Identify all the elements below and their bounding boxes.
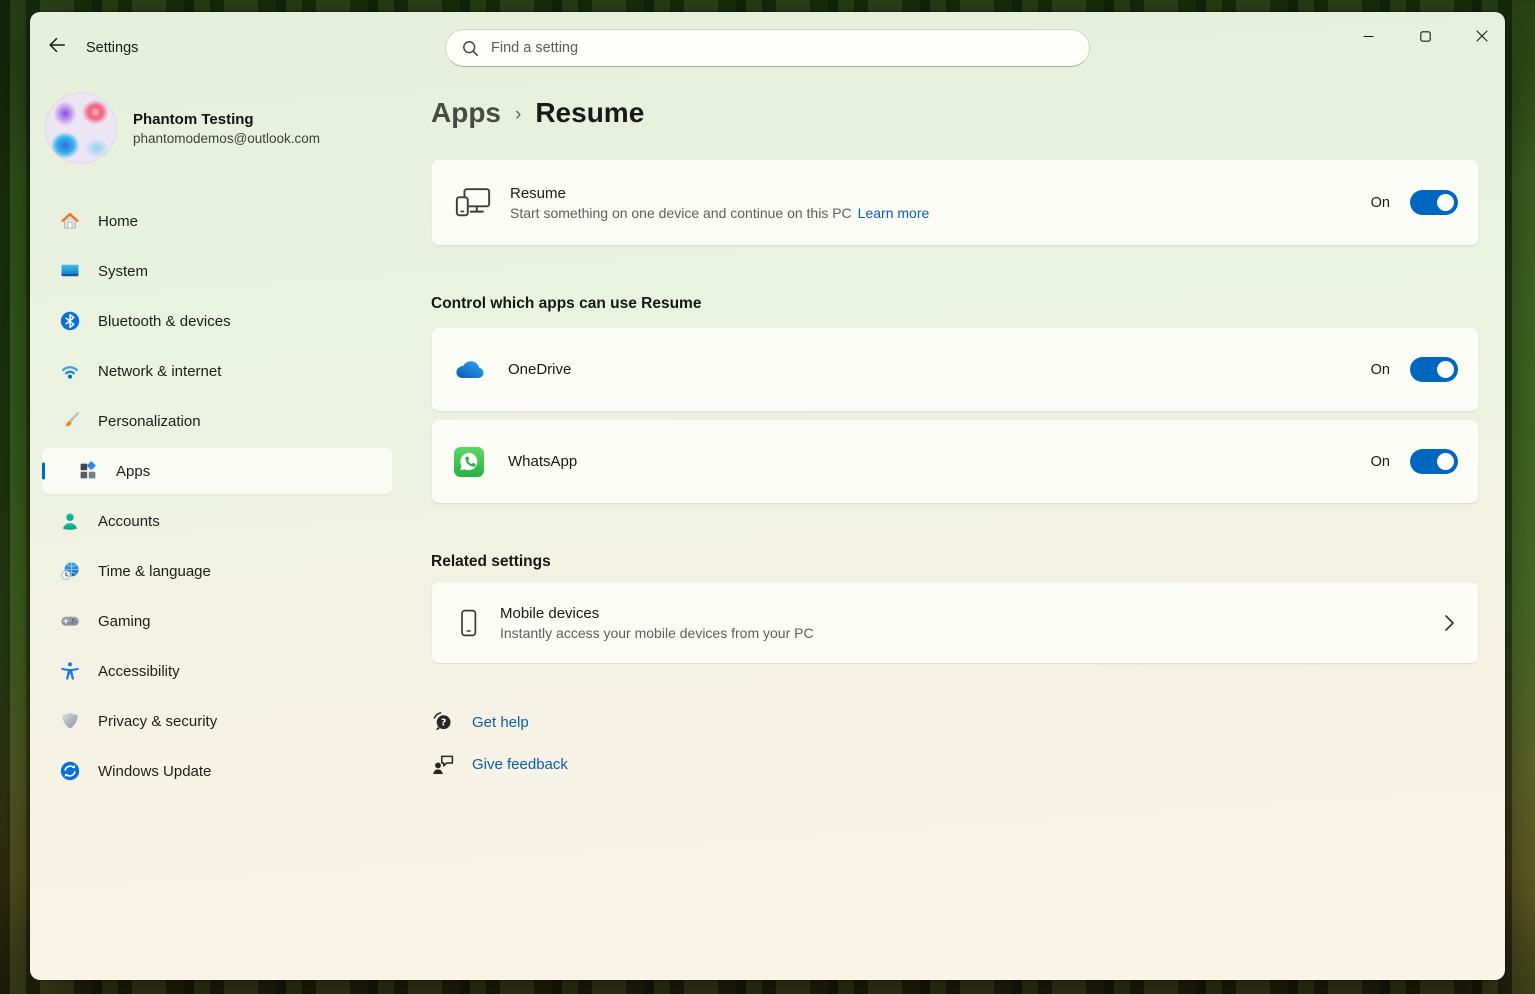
breadcrumb-parent[interactable]: Apps (431, 94, 501, 132)
sidebar-item-label: Home (98, 213, 138, 230)
app-row-whatsapp: WhatsApp On (431, 419, 1479, 504)
sidebar-item-privacy-security[interactable]: Privacy & security (42, 698, 392, 744)
window-controls (1345, 12, 1505, 62)
resume-toggle[interactable] (1410, 190, 1458, 215)
apps-icon (78, 461, 98, 481)
sidebar-item-label: Personalization (98, 413, 201, 430)
sidebar-item-label: Privacy & security (98, 713, 217, 730)
sidebar-item-apps[interactable]: Apps (42, 448, 392, 494)
whatsapp-toggle[interactable] (1410, 449, 1458, 474)
back-arrow-icon (47, 35, 67, 58)
sidebar-item-label: System (98, 263, 148, 280)
get-help-icon: ? (431, 710, 456, 735)
personalization-icon (60, 411, 80, 431)
sidebar-item-gaming[interactable]: Gaming (42, 598, 392, 644)
sidebar-item-label: Apps (116, 463, 150, 480)
breadcrumb-chevron-icon: › (515, 96, 521, 134)
give-feedback-link[interactable]: Give feedback (431, 752, 568, 777)
toggle-knob (1437, 361, 1454, 378)
toggle-knob (1437, 453, 1454, 470)
toggle-knob (1437, 194, 1454, 211)
get-help-link[interactable]: ? Get help (431, 710, 529, 735)
apps-section-heading: Control which apps can use Resume (431, 293, 1479, 315)
mobile-devices-title: Mobile devices (500, 605, 814, 622)
get-help-label: Get help (472, 714, 529, 731)
sidebar-item-accounts[interactable]: Accounts (42, 498, 392, 544)
mobile-devices-row[interactable]: Mobile devices Instantly access your mob… (431, 581, 1479, 664)
time-language-icon (60, 561, 80, 581)
settings-window: Settings Phantom Testing phantomod (30, 12, 1505, 980)
sidebar-item-bluetooth-devices[interactable]: Bluetooth & devices (42, 298, 392, 344)
sidebar-item-personalization[interactable]: Personalization (42, 398, 392, 444)
avatar (45, 92, 117, 164)
footer-links: ? Get help Give feedback (431, 710, 1479, 777)
sidebar-item-time-language[interactable]: Time & language (42, 548, 392, 594)
app-row-onedrive: OneDrive On (431, 327, 1479, 412)
sidebar-item-system[interactable]: System (42, 248, 392, 294)
app-name: WhatsApp (508, 453, 577, 470)
whatsapp-toggle-state-label: On (1371, 454, 1390, 470)
maximize-icon (1420, 30, 1431, 45)
maximize-button[interactable] (1402, 12, 1448, 62)
mobile-devices-icon (454, 608, 482, 638)
accessibility-icon (60, 661, 80, 681)
sidebar-item-network-internet[interactable]: Network & internet (42, 348, 392, 394)
search-box[interactable] (445, 29, 1090, 67)
privacy-security-icon (60, 711, 80, 731)
resume-description: Start something on one device and contin… (510, 205, 929, 221)
sidebar-item-label: Accounts (98, 513, 160, 530)
svg-text:?: ? (441, 717, 447, 728)
home-icon (60, 211, 80, 231)
sidebar-item-label: Bluetooth & devices (98, 313, 231, 330)
resume-setting-card: Resume Start something on one device and… (431, 159, 1479, 246)
main-content: Apps › Resume Resume Start something on … (431, 84, 1479, 980)
search-input[interactable] (491, 40, 1073, 56)
sidebar-item-accessibility[interactable]: Accessibility (42, 648, 392, 694)
sidebar-item-home[interactable]: Home (42, 198, 392, 244)
resume-devices-icon (454, 187, 492, 218)
related-section-heading: Related settings (431, 551, 1479, 573)
search-icon (462, 40, 479, 57)
sidebar-item-windows-update[interactable]: Windows Update (42, 748, 392, 794)
page-title: Resume (535, 94, 644, 132)
mobile-devices-description: Instantly access your mobile devices fro… (500, 625, 814, 641)
network-icon (60, 361, 80, 381)
chevron-right-icon (1445, 615, 1454, 631)
sidebar-item-label: Windows Update (98, 763, 211, 780)
breadcrumb: Apps › Resume (431, 94, 1479, 136)
user-email: phantomodemos@outlook.com (133, 131, 320, 146)
sidebar-item-label: Network & internet (98, 363, 221, 380)
give-feedback-label: Give feedback (472, 756, 568, 773)
give-feedback-icon (431, 752, 456, 777)
app-name: OneDrive (508, 361, 571, 378)
bluetooth-icon (60, 311, 80, 331)
minimize-button[interactable] (1345, 12, 1391, 62)
accounts-icon (60, 511, 80, 531)
back-button[interactable] (38, 29, 76, 63)
onedrive-toggle-state-label: On (1371, 362, 1390, 378)
onedrive-toggle[interactable] (1410, 357, 1458, 382)
whatsapp-icon (454, 447, 484, 477)
onedrive-icon (454, 355, 484, 385)
sidebar-item-label: Accessibility (98, 663, 180, 680)
windows-update-icon (60, 761, 80, 781)
user-profile[interactable]: Phantom Testing phantomodemos@outlook.co… (45, 92, 320, 164)
minimize-icon (1363, 30, 1374, 45)
selected-indicator (42, 463, 45, 480)
learn-more-link[interactable]: Learn more (858, 205, 930, 221)
sidebar-item-label: Gaming (98, 613, 151, 630)
titlebar: Settings (30, 12, 1505, 84)
sidebar-nav: Home System Bluetooth & devices Network … (42, 198, 392, 798)
resume-toggle-state-label: On (1371, 195, 1390, 211)
user-name: Phantom Testing (133, 111, 320, 128)
resume-title: Resume (510, 185, 929, 202)
window-title: Settings (86, 12, 138, 84)
gaming-icon (60, 611, 80, 631)
close-icon (1476, 30, 1488, 45)
close-button[interactable] (1459, 12, 1505, 62)
sidebar: Phantom Testing phantomodemos@outlook.co… (30, 84, 422, 980)
system-icon (60, 261, 80, 281)
sidebar-item-label: Time & language (98, 563, 211, 580)
